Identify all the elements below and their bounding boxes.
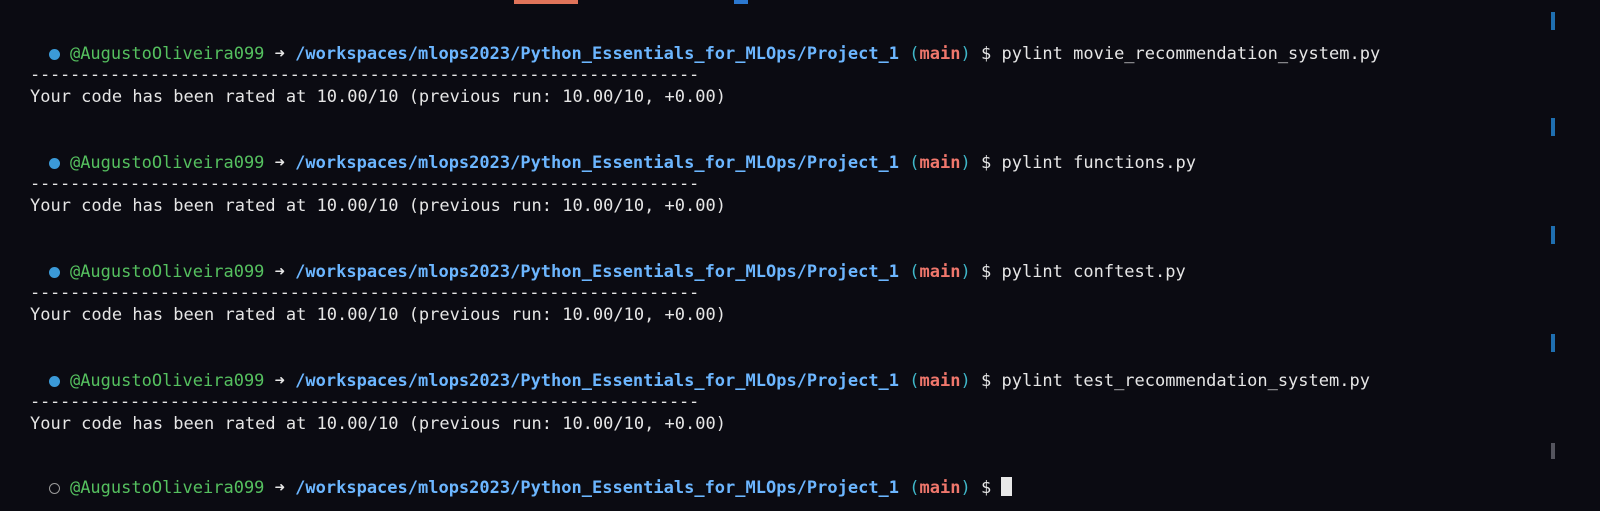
branch-paren-open: ( bbox=[909, 153, 920, 173]
prompt-dollar: $ bbox=[980, 371, 992, 391]
git-branch: main bbox=[919, 153, 961, 173]
command-success-dot-icon[interactable] bbox=[48, 376, 60, 387]
branch-paren-open: ( bbox=[909, 44, 920, 64]
command-success-dot-icon[interactable] bbox=[48, 158, 60, 169]
prompt-dollar: $ bbox=[980, 478, 992, 498]
current-prompt-line[interactable]: @AugustoOliveira099 ➜ /workspaces/mlops2… bbox=[8, 455, 1013, 498]
command-text: pylint test_recommendation_system.py bbox=[1001, 371, 1370, 391]
prompt-dollar: $ bbox=[980, 44, 992, 64]
text-cursor[interactable] bbox=[1001, 477, 1013, 496]
scroll-marker[interactable] bbox=[1551, 443, 1555, 459]
scroll-marker[interactable] bbox=[1551, 226, 1555, 244]
output-separator: ----------------------------------------… bbox=[30, 65, 699, 85]
scroll-marker[interactable] bbox=[1551, 12, 1555, 30]
output-rating: Your code has been rated at 10.00/10 (pr… bbox=[30, 414, 726, 434]
prompt-dollar: $ bbox=[980, 153, 992, 173]
prompt-arrow-icon: ➜ bbox=[274, 262, 285, 282]
prompt-user: @AugustoOliveira099 bbox=[69, 44, 265, 64]
prompt-line: @AugustoOliveira099 ➜ /workspaces/mlops2… bbox=[8, 130, 1196, 173]
scroll-marker[interactable] bbox=[1551, 334, 1555, 352]
tab-indicator-orange bbox=[514, 0, 578, 4]
branch-paren-close: ) bbox=[960, 478, 971, 498]
command-pending-dot-icon bbox=[48, 483, 60, 494]
branch-paren-open: ( bbox=[909, 478, 920, 498]
git-branch: main bbox=[919, 371, 961, 391]
branch-paren-open: ( bbox=[909, 371, 920, 391]
branch-paren-close: ) bbox=[960, 262, 971, 282]
prompt-path: /workspaces/mlops2023/Python_Essentials_… bbox=[295, 153, 900, 173]
prompt-path: /workspaces/mlops2023/Python_Essentials_… bbox=[295, 262, 900, 282]
prompt-user: @AugustoOliveira099 bbox=[69, 262, 265, 282]
branch-paren-open: ( bbox=[909, 262, 920, 282]
prompt-line: @AugustoOliveira099 ➜ /workspaces/mlops2… bbox=[8, 239, 1186, 282]
branch-paren-close: ) bbox=[960, 371, 971, 391]
prompt-user: @AugustoOliveira099 bbox=[69, 371, 265, 391]
command-success-dot-icon[interactable] bbox=[48, 267, 60, 278]
output-separator: ----------------------------------------… bbox=[30, 283, 699, 303]
git-branch: main bbox=[919, 44, 961, 64]
prompt-arrow-icon: ➜ bbox=[274, 44, 285, 64]
command-text: pylint conftest.py bbox=[1001, 262, 1186, 282]
command-success-dot-icon[interactable] bbox=[48, 49, 60, 60]
prompt-line: @AugustoOliveira099 ➜ /workspaces/mlops2… bbox=[8, 348, 1370, 391]
command-text: pylint functions.py bbox=[1001, 153, 1196, 173]
git-branch: main bbox=[919, 478, 961, 498]
branch-paren-close: ) bbox=[960, 153, 971, 173]
terminal-panel[interactable]: @AugustoOliveira099 ➜ /workspaces/mlops2… bbox=[0, 0, 1600, 511]
output-separator: ----------------------------------------… bbox=[30, 174, 699, 194]
output-rating: Your code has been rated at 10.00/10 (pr… bbox=[30, 87, 726, 107]
prompt-line: @AugustoOliveira099 ➜ /workspaces/mlops2… bbox=[8, 21, 1380, 64]
prompt-user: @AugustoOliveira099 bbox=[69, 153, 265, 173]
command-text: pylint movie_recommendation_system.py bbox=[1001, 44, 1381, 64]
prompt-arrow-icon: ➜ bbox=[274, 371, 285, 391]
prompt-path: /workspaces/mlops2023/Python_Essentials_… bbox=[295, 478, 900, 498]
prompt-path: /workspaces/mlops2023/Python_Essentials_… bbox=[295, 44, 900, 64]
prompt-arrow-icon: ➜ bbox=[274, 478, 285, 498]
git-branch: main bbox=[919, 262, 961, 282]
prompt-path: /workspaces/mlops2023/Python_Essentials_… bbox=[295, 371, 900, 391]
output-separator: ----------------------------------------… bbox=[30, 392, 699, 412]
prompt-dollar: $ bbox=[980, 262, 992, 282]
branch-paren-close: ) bbox=[960, 44, 971, 64]
output-rating: Your code has been rated at 10.00/10 (pr… bbox=[30, 305, 726, 325]
output-rating: Your code has been rated at 10.00/10 (pr… bbox=[30, 196, 726, 216]
scroll-marker[interactable] bbox=[1551, 118, 1555, 136]
prompt-arrow-icon: ➜ bbox=[274, 153, 285, 173]
prompt-user: @AugustoOliveira099 bbox=[69, 478, 265, 498]
tab-indicator-blue bbox=[734, 0, 748, 4]
